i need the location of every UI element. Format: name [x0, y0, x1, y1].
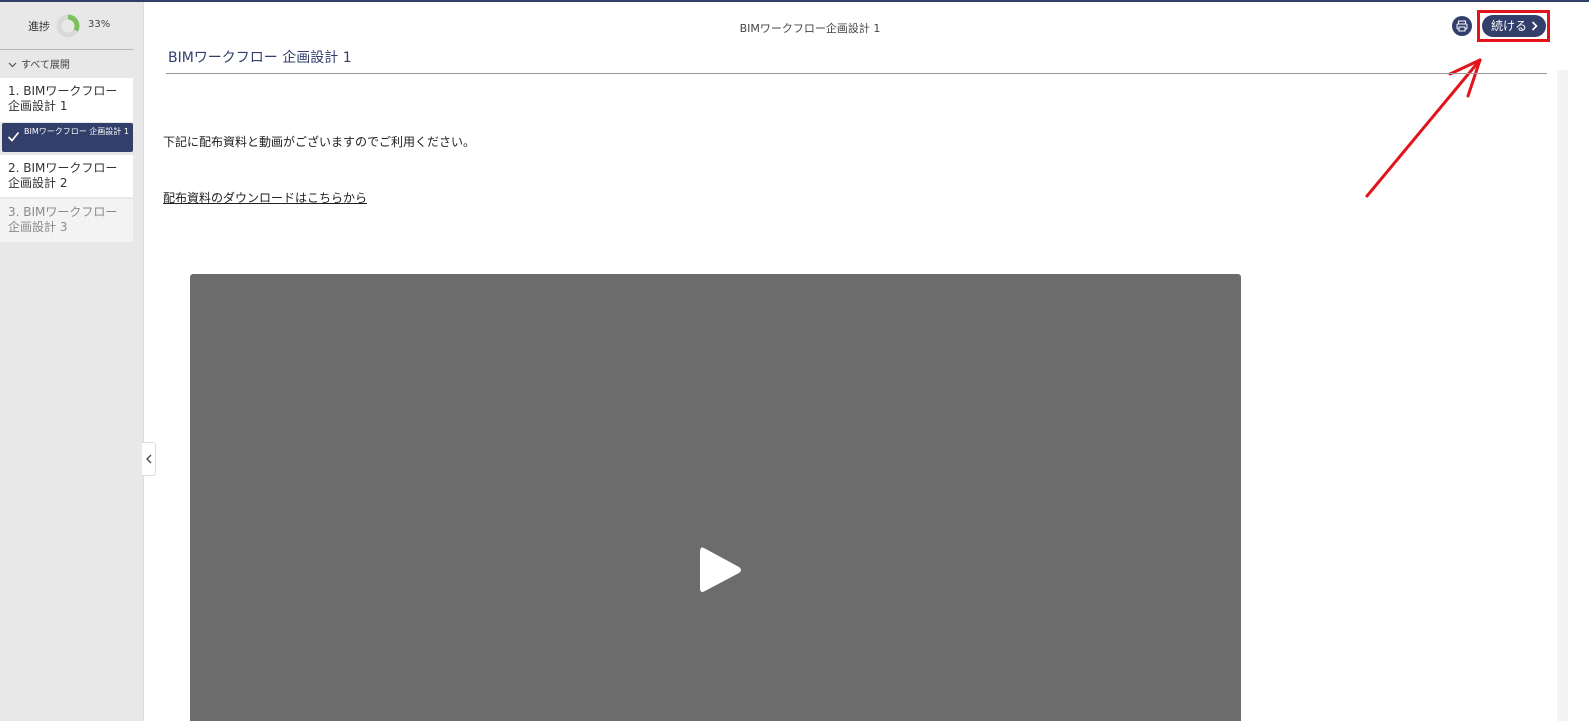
course-outline-sidebar: 進捗 33% すべて展開 1. BIMワークフロー企画設計 1 BIMワークフロ… [0, 2, 144, 721]
play-icon[interactable] [698, 544, 744, 596]
page-title: BIMワークフロー 企画設計 1 [168, 50, 352, 66]
chevron-down-icon [8, 62, 17, 68]
progress-label: 進捗 [28, 20, 50, 33]
outline-item-label: 2. BIMワークフロー企画設計 2 [8, 161, 118, 190]
outline-subitem-active[interactable]: BIMワークフロー 企画設計 1 [2, 123, 133, 152]
outline-item-label: 1. BIMワークフロー企画設計 1 [8, 84, 118, 113]
progress-percent: 33% [88, 19, 111, 30]
outline-item-lesson-2[interactable]: 2. BIMワークフロー企画設計 2 [0, 155, 133, 197]
outline-subitem-label: BIMワークフロー 企画設計 1 [24, 127, 129, 136]
annotation-arrow [1365, 58, 1482, 198]
chevron-right-icon [1531, 21, 1538, 31]
intro-text: 下記に配布資料と動画がございますのでご利用ください。 [163, 135, 476, 149]
continue-button[interactable]: 続ける [1482, 15, 1546, 37]
progress-indicator: 進捗 33% [0, 12, 143, 40]
chevron-left-icon [145, 454, 151, 464]
expand-all-toggle[interactable]: すべて展開 [8, 56, 70, 71]
checkmark-icon [7, 131, 20, 142]
outline-item-lesson-1[interactable]: 1. BIMワークフロー企画設計 1 [0, 78, 133, 122]
title-divider [166, 73, 1547, 74]
progress-ring-icon [56, 14, 80, 38]
top-accent-line [0, 0, 1589, 2]
print-button[interactable] [1452, 16, 1472, 36]
continue-button-label: 続ける [1491, 19, 1528, 33]
page-scrollbar[interactable] [1557, 70, 1568, 721]
expand-all-label: すべて展開 [21, 60, 70, 71]
outline-item-lesson-3: 3. BIMワークフロー企画設計 3 [0, 199, 133, 242]
video-player[interactable] [190, 274, 1241, 721]
header-title: BIMワークフロー企画設計 1 [739, 22, 881, 35]
download-materials-link[interactable]: 配布資料のダウンロードはこちらから [163, 189, 367, 206]
collapse-sidebar-button[interactable] [142, 442, 156, 476]
outline-item-label: 3. BIMワークフロー企画設計 3 [8, 205, 118, 234]
sidebar-divider [0, 49, 134, 50]
print-icon [1456, 20, 1468, 32]
